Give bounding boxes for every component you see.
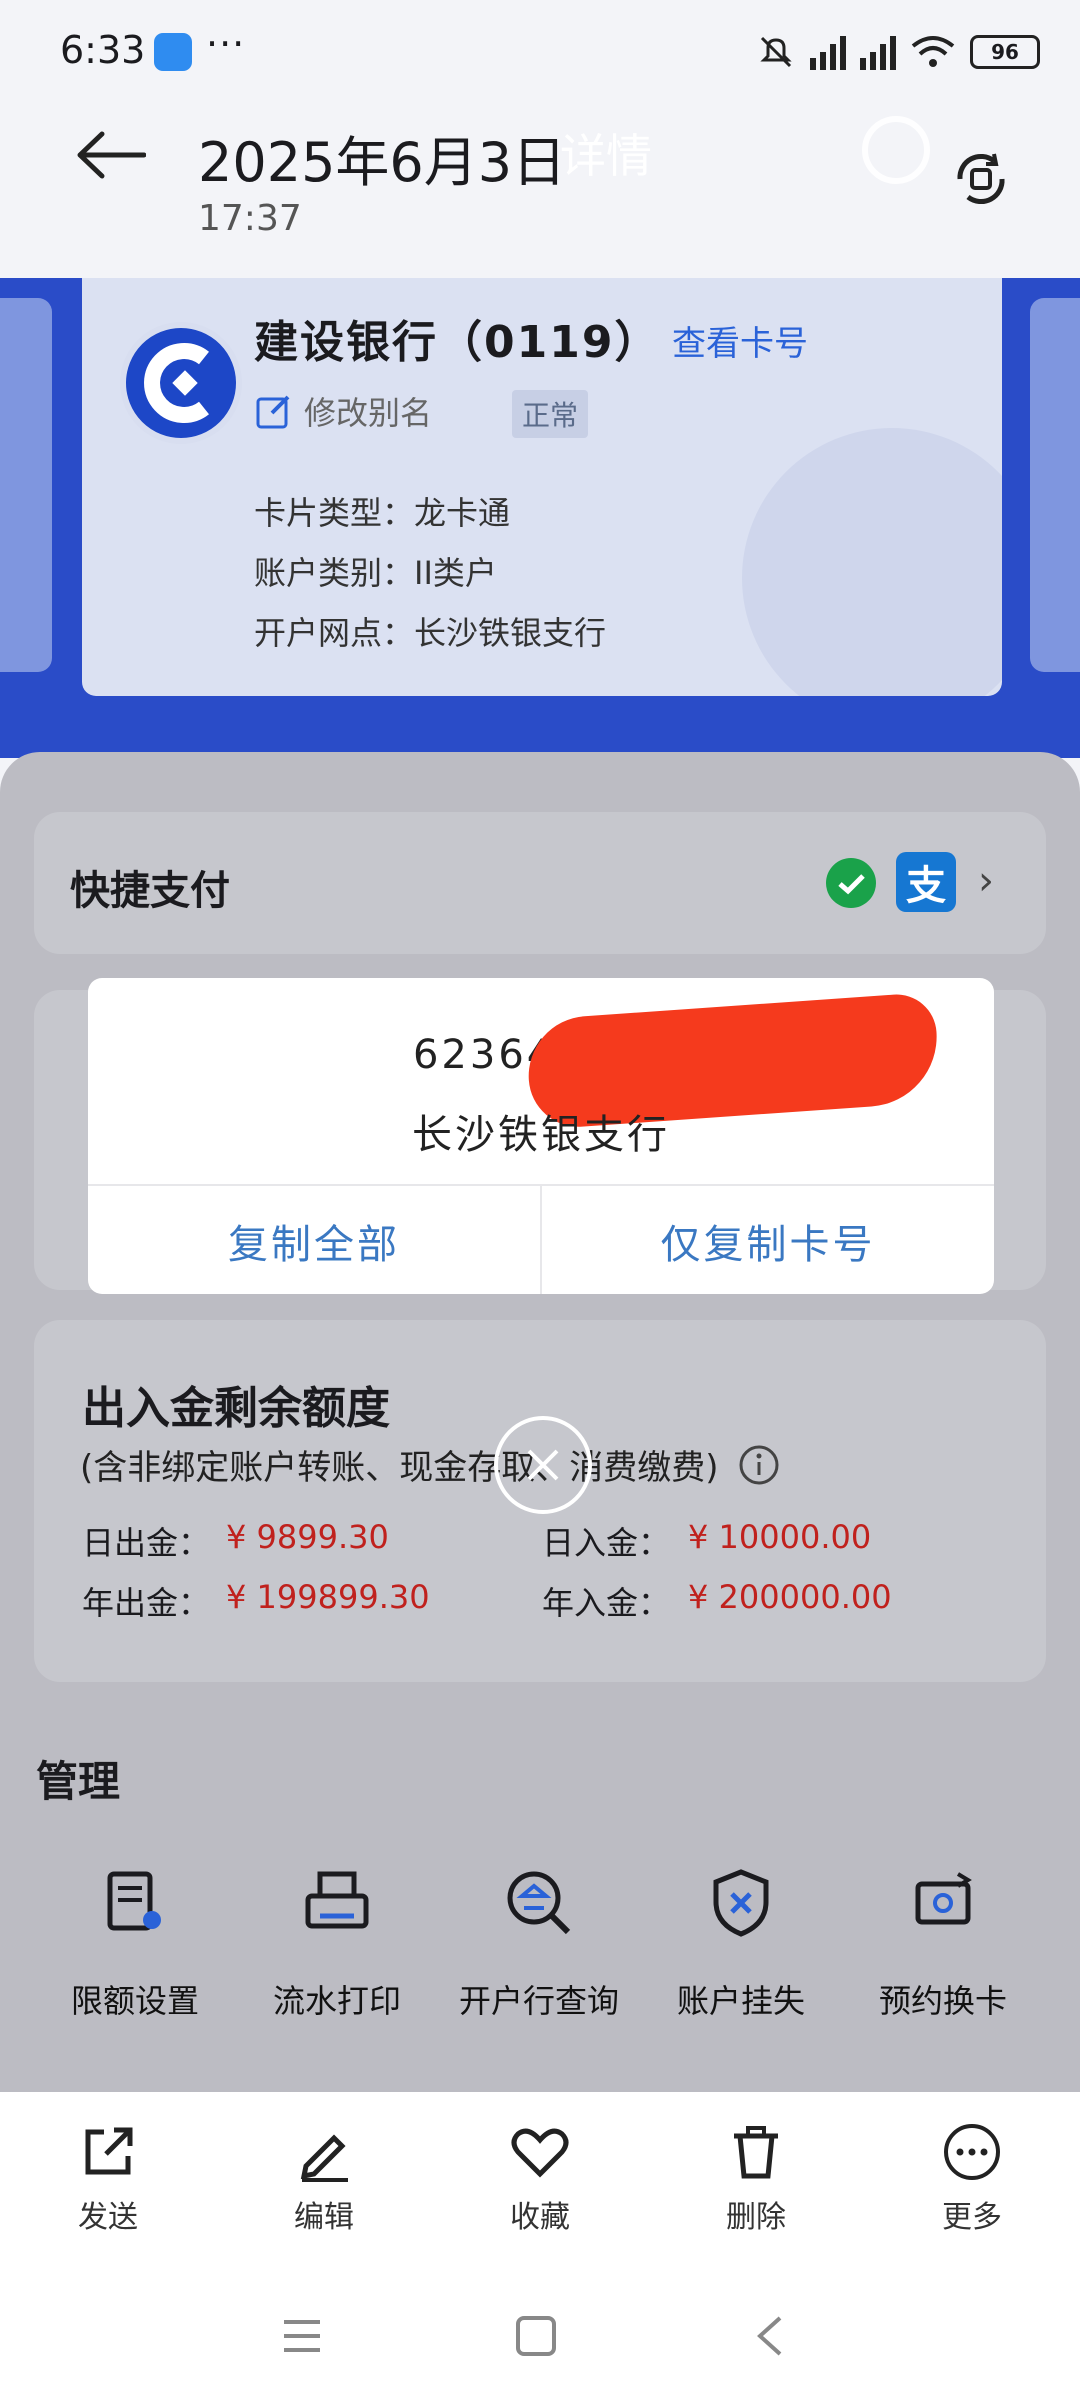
yearly-out-label: 年出金： <box>82 1584 211 1622</box>
favorite-label: 收藏 <box>510 2200 570 2235</box>
edit-button[interactable]: 编辑 <box>216 2092 432 2272</box>
info-icon[interactable] <box>738 1444 780 1486</box>
manage-label: 流水打印 <box>272 1982 401 2020</box>
more-icon <box>944 2124 1000 2180</box>
manage-label: 限额设置 <box>70 1982 199 2020</box>
delete-button[interactable]: 删除 <box>648 2092 864 2272</box>
home-icon[interactable] <box>514 2314 558 2358</box>
manage-item-card-replacement[interactable]: 预约换卡 <box>838 1868 1048 2022</box>
status-badge: 正常 <box>512 390 589 438</box>
share-icon <box>85 2127 133 2175</box>
yearly-in-value: ¥ 200000.00 <box>688 1578 892 1616</box>
page-subtitle-time: 17:37 <box>198 198 302 239</box>
card-branch: 开户网点：长沙铁银支行 <box>254 614 607 652</box>
status-icons: 96 <box>756 30 1040 74</box>
more-button[interactable]: 更多 <box>864 2092 1080 2272</box>
manage-label: 开户行查询 <box>458 1982 619 2020</box>
trash-icon <box>734 2126 778 2179</box>
rotate-icon[interactable] <box>950 148 1012 210</box>
pencil-icon <box>300 2134 348 2182</box>
manage-item-limit-settings[interactable]: 限额设置 <box>30 1868 240 2022</box>
status-time: 6:33 <box>60 28 146 72</box>
app-notification-icon <box>154 33 192 71</box>
background-title: 详情 <box>560 129 652 183</box>
bank-card: 建设银行（0119） 查看卡号 修改别名 正常 卡片类型：龙卡通 账户类别：II… <box>82 278 1002 696</box>
delete-label: 删除 <box>726 2200 786 2235</box>
yearly-out-value: ¥ 199899.30 <box>226 1578 430 1616</box>
favorite-button[interactable]: 收藏 <box>432 2092 648 2272</box>
view-card-number-link[interactable]: 查看卡号 <box>672 316 808 365</box>
back-arrow-icon[interactable] <box>72 130 146 180</box>
daily-in-label: 日入金： <box>542 1524 671 1562</box>
page-title: 2025年6月3日 <box>198 131 567 194</box>
limits-title: 出入金剩余额度 <box>82 1383 390 1434</box>
copy-card-dialog: 623643300 长沙铁银支行 复制全部 仅复制卡号 <box>88 978 994 1294</box>
manage-item-statement-print[interactable]: 流水打印 <box>232 1868 442 2022</box>
battery-icon: 96 <box>970 35 1040 69</box>
menu-icon[interactable] <box>282 2316 322 2356</box>
manage-item-branch-query[interactable]: 开户行查询 <box>434 1868 644 2022</box>
dialog-buttons: 复制全部 仅复制卡号 <box>88 1184 994 1294</box>
close-dialog-button[interactable] <box>494 1416 592 1514</box>
signal-icon-2 <box>860 34 896 70</box>
edit-alias-label: 修改别名 <box>304 394 433 432</box>
manage-label: 账户挂失 <box>676 1982 805 2020</box>
copy-all-button[interactable]: 复制全部 <box>88 1186 540 1294</box>
copy-number-button[interactable]: 仅复制卡号 <box>540 1186 994 1294</box>
system-nav-bar <box>0 2272 1080 2400</box>
manage-item-report-loss[interactable]: 账户挂失 <box>636 1868 846 2022</box>
edit-alias-button[interactable]: 修改别名 <box>254 388 432 434</box>
daily-in-value: ¥ 10000.00 <box>688 1518 872 1556</box>
back-icon[interactable] <box>752 2314 788 2358</box>
printer-icon <box>305 1871 369 1929</box>
manage-title: 管理 <box>36 1757 121 1806</box>
edit-icon <box>256 395 290 429</box>
daily-out-value: ¥ 9899.30 <box>226 1518 389 1556</box>
close-icon <box>527 1449 559 1481</box>
shield-x-icon <box>713 1869 769 1937</box>
bank-search-icon <box>507 1871 571 1935</box>
status-bar: 6:33 ··· 96 <box>0 0 1080 104</box>
daily-out-label: 日出金： <box>82 1524 211 1562</box>
send-label: 发送 <box>78 2200 138 2235</box>
quick-pay-title: 快捷支付 <box>70 868 230 914</box>
limit-settings-icon <box>107 1871 161 1931</box>
headset-icon <box>862 116 930 184</box>
limits-note: (含非绑定账户转账、现金存取、消费缴费) <box>80 1448 719 1488</box>
card-swap-icon <box>915 1872 972 1925</box>
alipay-icon: 支 <box>896 852 956 912</box>
ccb-logo-icon <box>120 322 242 444</box>
manage-label: 预约换卡 <box>878 1982 1007 2020</box>
prev-card-peek[interactable] <box>0 298 52 672</box>
wechat-pay-icon <box>826 858 876 908</box>
next-card-peek[interactable] <box>1030 298 1080 672</box>
card-type: 卡片类型：龙卡通 <box>254 494 511 532</box>
chevron-right-icon: › <box>978 858 994 904</box>
account-class: 账户类别：II类户 <box>254 554 497 592</box>
wifi-icon <box>911 36 955 67</box>
card-decoration <box>742 428 1002 696</box>
bank-name: 建设银行（0119） <box>254 317 661 368</box>
signal-icon <box>810 34 846 70</box>
bottom-action-bar: 发送 编辑 收藏 删除 更多 <box>0 2092 1080 2272</box>
heart-icon <box>511 2128 569 2178</box>
status-more: ··· <box>206 22 246 66</box>
mute-icon <box>760 36 792 68</box>
edit-label: 编辑 <box>294 2200 354 2235</box>
yearly-in-label: 年入金： <box>542 1584 671 1622</box>
dialog-branch: 长沙铁银支行 <box>412 1112 670 1158</box>
more-label: 更多 <box>942 2200 1002 2235</box>
send-button[interactable]: 发送 <box>0 2092 216 2272</box>
